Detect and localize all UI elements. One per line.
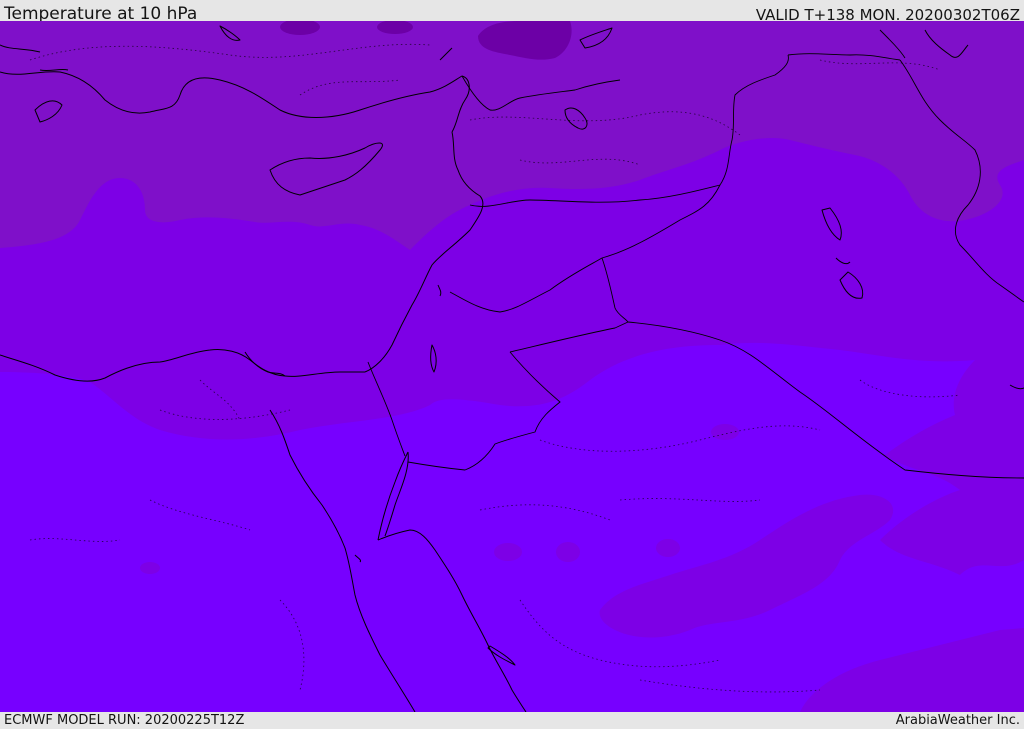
temperature-pocket — [140, 562, 160, 574]
credit-label: ArabiaWeather Inc. — [895, 713, 1020, 728]
model-run-label: ECMWF MODEL RUN: 20200225T12Z — [4, 713, 245, 728]
temperature-pocket — [494, 543, 522, 561]
temperature-pocket — [711, 424, 739, 440]
weather-map-frame: Temperature at 10 hPa VALID T+138 MON. 2… — [0, 0, 1024, 729]
map-canvas — [0, 21, 1024, 712]
temperature-pocket — [556, 542, 580, 562]
temperature-pocket — [656, 539, 680, 557]
temperature-map — [0, 21, 1024, 712]
